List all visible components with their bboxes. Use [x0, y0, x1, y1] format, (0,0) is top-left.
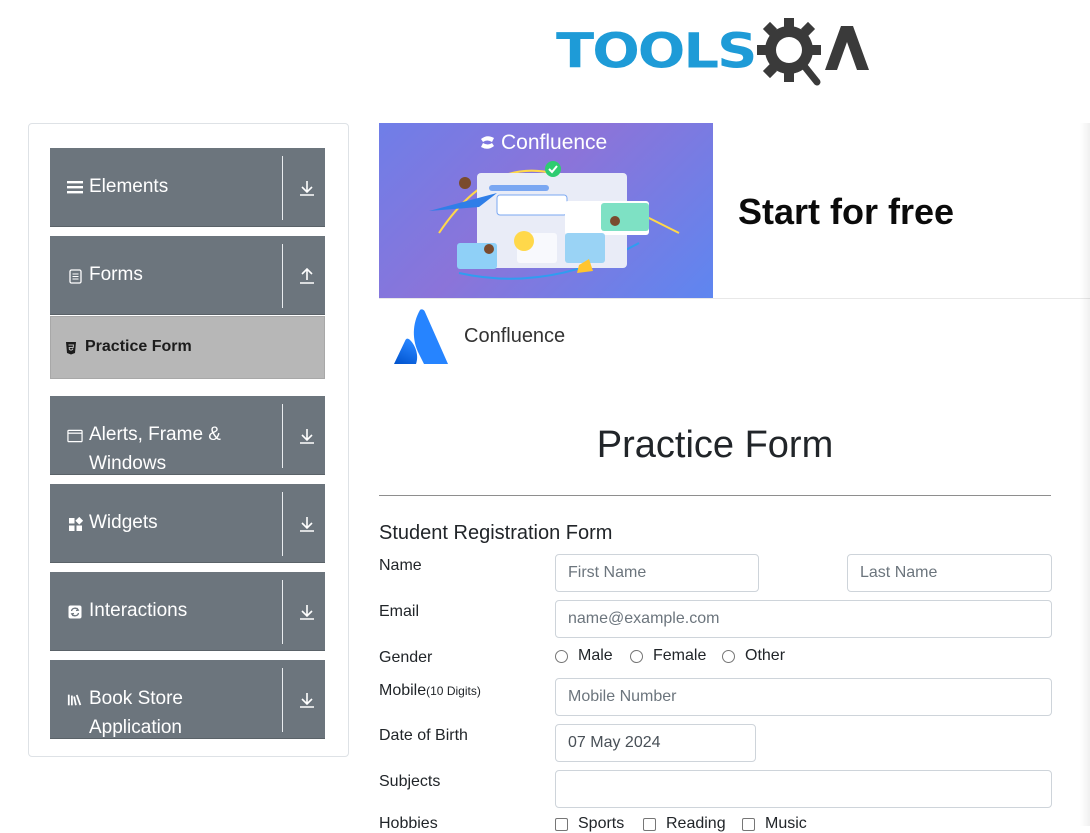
- html5-icon: [65, 341, 77, 355]
- widgets-icon: [67, 516, 83, 532]
- dob-label: Date of Birth: [379, 727, 468, 744]
- mobile-label-text: Mobile: [379, 682, 427, 699]
- sidebar-item-practice-form[interactable]: Practice Form: [50, 316, 325, 379]
- hobby-sports-checkbox[interactable]: [555, 817, 568, 831]
- sidebar-group-label: Alerts, Frame & Windows: [89, 424, 221, 474]
- toolsqa-logo[interactable]: TOOLS: [556, 14, 875, 90]
- form-section-title: Student Registration Form: [379, 522, 613, 544]
- divider: [282, 244, 283, 308]
- gender-label: Gender: [379, 649, 433, 666]
- ad-brand-row[interactable]: Confluence: [392, 308, 642, 368]
- subjects-label: Subjects: [379, 773, 441, 790]
- hobby-music-label[interactable]: Music: [765, 815, 807, 833]
- download-icon[interactable]: [298, 603, 316, 621]
- hobby-sports-option[interactable]: Sports: [555, 815, 624, 833]
- interactions-icon: [67, 604, 83, 620]
- gender-male-option[interactable]: Male: [555, 647, 613, 665]
- sidebar-group-elements[interactable]: Elements: [50, 148, 325, 227]
- sidebar-group-label: Forms: [89, 264, 143, 285]
- download-icon[interactable]: [298, 691, 316, 709]
- gender-female-option[interactable]: Female: [630, 647, 706, 665]
- download-icon[interactable]: [298, 179, 316, 197]
- divider: [282, 580, 283, 644]
- gender-other-label[interactable]: Other: [745, 647, 785, 665]
- upload-icon[interactable]: [298, 267, 316, 285]
- ad-headline[interactable]: Start for free: [738, 191, 954, 233]
- gear-search-icon: [757, 18, 870, 86]
- ad-banner[interactable]: Confluence Start for free: [379, 123, 1090, 299]
- sidebar-group-forms[interactable]: Forms: [50, 236, 325, 315]
- gender-female-radio[interactable]: [630, 649, 643, 663]
- first-name-input[interactable]: [555, 554, 759, 592]
- hobby-reading-option[interactable]: Reading: [643, 815, 726, 833]
- logo-qa-mark: [755, 14, 875, 90]
- hobby-music-option[interactable]: Music: [742, 815, 807, 833]
- sidebar-group-interactions[interactable]: Interactions: [50, 572, 325, 651]
- page-title: Practice Form: [596, 424, 834, 466]
- divider: [282, 156, 283, 220]
- gender-male-label[interactable]: Male: [578, 647, 613, 665]
- gender-male-radio[interactable]: [555, 649, 568, 663]
- sidebar-group-label: Widgets: [89, 512, 158, 533]
- divider: [282, 404, 283, 468]
- mobile-input[interactable]: [555, 678, 1052, 716]
- left-panel: Elements Forms Practice Form Alerts, Fra…: [28, 123, 349, 757]
- download-icon[interactable]: [298, 427, 316, 445]
- gender-other-radio[interactable]: [722, 649, 735, 663]
- mobile-hint: (10 Digits): [426, 684, 481, 698]
- sidebar-item-label: Practice Form: [85, 338, 192, 355]
- download-icon[interactable]: [298, 515, 316, 533]
- last-name-input[interactable]: [847, 554, 1052, 592]
- ad-brand-name: Confluence: [464, 325, 566, 347]
- books-icon: [67, 692, 83, 708]
- dob-input[interactable]: [555, 724, 756, 762]
- hobby-reading-label[interactable]: Reading: [666, 815, 726, 833]
- logo-tools-text: TOOLS: [556, 23, 757, 80]
- email-input[interactable]: [555, 600, 1052, 638]
- gender-other-option[interactable]: Other: [722, 647, 785, 665]
- sidebar-group-label: Interactions: [89, 600, 188, 621]
- sidebar-group-label: Book Store Application: [89, 688, 183, 738]
- sidebar-group-alerts[interactable]: Alerts, Frame & Windows: [50, 396, 325, 475]
- hobby-music-checkbox[interactable]: [742, 817, 755, 831]
- name-label: Name: [379, 557, 422, 574]
- collaboration-illustration: [429, 161, 680, 280]
- ad-illustration[interactable]: Confluence: [379, 123, 713, 298]
- page-edge-shadow: [1080, 123, 1090, 826]
- window-icon: [67, 428, 83, 444]
- email-label: Email: [379, 603, 420, 620]
- hobby-reading-checkbox[interactable]: [643, 817, 656, 831]
- divider: [282, 668, 283, 732]
- subjects-input[interactable]: [555, 770, 1052, 808]
- document-icon: [67, 268, 83, 284]
- title-divider: [379, 495, 1051, 496]
- hamburger-icon: [67, 179, 83, 195]
- hobbies-label: Hobbies: [379, 815, 438, 832]
- gender-female-label[interactable]: Female: [653, 647, 706, 665]
- sidebar-menu[interactable]: Elements Forms Practice Form Alerts, Fra…: [50, 148, 325, 740]
- sidebar-group-book-store[interactable]: Book Store Application: [50, 660, 325, 739]
- sidebar-group-widgets[interactable]: Widgets: [50, 484, 325, 563]
- mobile-label: Mobile(10 Digits): [379, 682, 481, 700]
- hobby-sports-label[interactable]: Sports: [578, 815, 624, 833]
- atlassian-logo-icon: [392, 308, 450, 371]
- divider: [282, 492, 283, 556]
- sidebar-group-label: Elements: [89, 176, 169, 197]
